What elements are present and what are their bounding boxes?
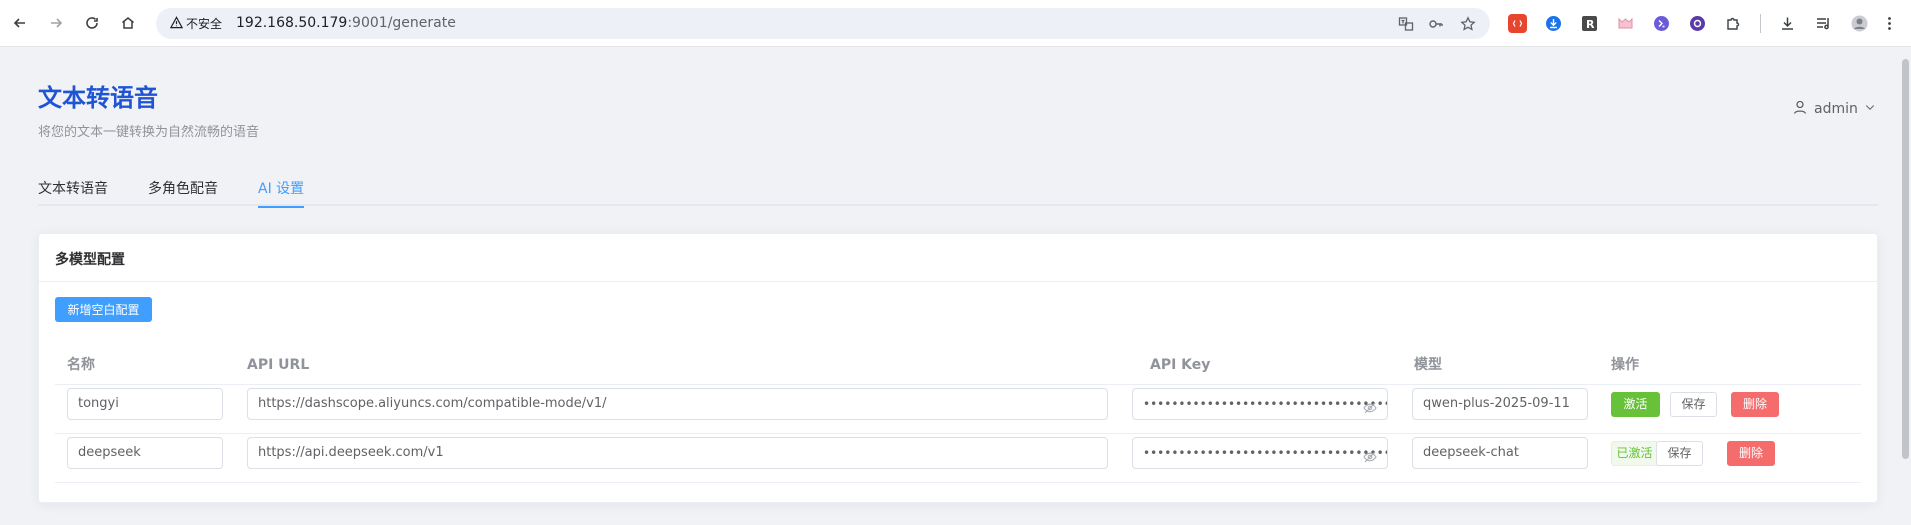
activate-button[interactable]: 激活	[1611, 392, 1660, 417]
card-title: 多模型配置	[55, 252, 125, 268]
url-text[interactable]: 192.168.50.179:9001/generate	[236, 15, 456, 31]
header-divider	[55, 384, 1861, 385]
scrollbar-thumb[interactable]	[1902, 59, 1909, 459]
row-divider	[55, 482, 1861, 483]
column-header-api-url: API URL	[247, 357, 310, 373]
svg-text:R: R	[1586, 18, 1595, 31]
name-input[interactable]: tongyi	[67, 388, 223, 420]
url-path: :9001/generate	[347, 15, 456, 31]
user-menu[interactable]: admin	[1792, 99, 1876, 119]
name-input[interactable]: deepseek	[67, 437, 223, 469]
multi-model-config-card: 多模型配置 新增空白配置 名称 API URL API Key 模型 操作 to…	[38, 233, 1878, 503]
chevron-down-icon	[1864, 101, 1876, 117]
back-icon[interactable]	[7, 10, 33, 36]
api-url-input[interactable]: https://dashscope.aliyuncs.com/compatibl…	[247, 388, 1108, 420]
extension-pink-icon[interactable]	[1616, 14, 1635, 33]
row-divider	[55, 433, 1861, 434]
extension-gear-icon[interactable]	[1688, 14, 1707, 33]
api-key-input[interactable]: ••••••••••••••••••••••••••••••••••••	[1132, 388, 1388, 420]
api-url-input[interactable]: https://api.deepseek.com/v1	[247, 437, 1108, 469]
page-title: 文本转语音	[38, 84, 158, 112]
extension-red-icon[interactable]	[1508, 14, 1527, 33]
api-key-masked: ••••••••••••••••••••••••••••••••••••	[1143, 397, 1388, 411]
page-scrollbar[interactable]	[1899, 47, 1911, 525]
activated-status-button[interactable]: 已激活	[1611, 441, 1658, 466]
column-header-name: 名称	[67, 357, 95, 373]
more-menu-icon[interactable]	[1880, 14, 1899, 33]
browser-toolbar: 不安全 192.168.50.179:9001/generate R	[0, 0, 1911, 47]
add-blank-config-button[interactable]: 新增空白配置	[55, 297, 152, 322]
column-header-api-key: API Key	[1150, 357, 1211, 373]
user-icon	[1792, 99, 1808, 119]
address-bar[interactable]: 不安全 192.168.50.179:9001/generate	[156, 8, 1490, 39]
tab-bar: 文本转语音 多角色配音 AI 设置	[38, 176, 1878, 208]
tab-text-to-speech[interactable]: 文本转语音	[38, 178, 108, 206]
extensions-puzzle-icon[interactable]	[1724, 14, 1743, 33]
column-header-actions: 操作	[1611, 357, 1639, 373]
download-helper-icon[interactable]	[1544, 14, 1563, 33]
delete-button[interactable]: 删除	[1727, 441, 1775, 466]
tab-multi-role-dubbing[interactable]: 多角色配音	[148, 178, 218, 206]
extension-purple-icon[interactable]	[1652, 14, 1671, 33]
model-input[interactable]: qwen-plus-2025-09-11	[1412, 388, 1588, 420]
column-header-model: 模型	[1414, 357, 1442, 373]
url-host: 192.168.50.179	[236, 15, 348, 31]
translate-icon[interactable]	[1396, 14, 1416, 34]
api-key-input[interactable]: ••••••••••••••••••••••••••••••••••••	[1132, 437, 1388, 469]
download-icon[interactable]	[1778, 14, 1797, 33]
extension-r-icon[interactable]: R	[1580, 14, 1599, 33]
security-chip[interactable]: 不安全	[164, 13, 228, 34]
save-button[interactable]: 保存	[1656, 441, 1703, 466]
warning-icon	[169, 15, 184, 32]
toolbar-divider	[1760, 14, 1761, 33]
forward-icon[interactable]	[43, 10, 69, 36]
profile-avatar-icon[interactable]	[1850, 14, 1869, 33]
page-subtitle: 将您的文本一键转换为自然流畅的语音	[38, 125, 260, 140]
model-input[interactable]: deepseek-chat	[1412, 437, 1588, 469]
api-key-masked: ••••••••••••••••••••••••••••••••••••	[1143, 446, 1388, 460]
eye-hidden-icon[interactable]	[1363, 397, 1377, 414]
card-header: 多模型配置	[39, 234, 1877, 282]
bookmark-star-icon[interactable]	[1458, 14, 1478, 34]
tab-ai-settings[interactable]: AI 设置	[258, 178, 305, 208]
delete-button[interactable]: 删除	[1731, 392, 1779, 417]
home-icon[interactable]	[115, 10, 141, 36]
security-label: 不安全	[186, 17, 223, 31]
eye-hidden-icon[interactable]	[1363, 446, 1377, 463]
password-key-icon[interactable]	[1426, 14, 1446, 34]
reload-icon[interactable]	[79, 10, 105, 36]
username: admin	[1814, 101, 1858, 117]
media-queue-icon[interactable]	[1814, 14, 1833, 33]
save-button[interactable]: 保存	[1670, 392, 1717, 417]
